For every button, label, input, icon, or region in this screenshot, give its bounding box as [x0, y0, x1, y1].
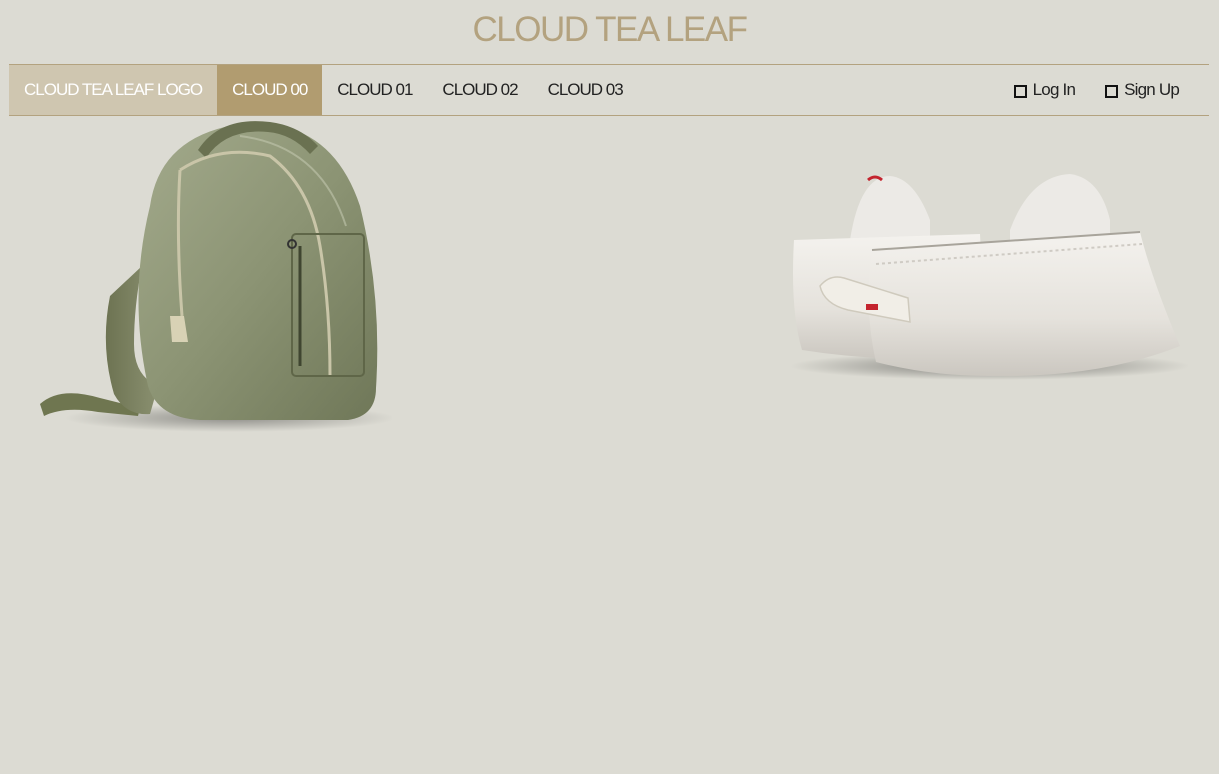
nav-item-cloud-03[interactable]: CLOUD 03 — [533, 65, 638, 115]
shoe-bag-product-image[interactable] — [780, 170, 1188, 384]
signup-link[interactable]: Sign Up — [1105, 80, 1180, 100]
login-icon — [1013, 84, 1027, 98]
nav-item-cloud-02[interactable]: CLOUD 02 — [427, 65, 532, 115]
nav-item-cloud-00[interactable]: CLOUD 00 — [217, 65, 323, 115]
signup-icon — [1105, 84, 1119, 98]
signup-label: Sign Up — [1124, 80, 1180, 99]
backpack-product-image[interactable] — [30, 116, 392, 438]
login-label: Log In — [1032, 80, 1076, 99]
auth-links: Log In Sign Up — [984, 65, 1209, 115]
site-title: CLOUD TEA LEAF — [472, 10, 748, 49]
logo-link[interactable]: CLOUD TEA LEAF LOGO — [9, 65, 218, 115]
login-link[interactable]: Log In — [1013, 80, 1076, 100]
main-navbar: CLOUD TEA LEAF LOGO CLOUD 00 CLOUD 01 CL… — [9, 64, 1209, 116]
nav-item-cloud-01[interactable]: CLOUD 01 — [322, 65, 427, 115]
